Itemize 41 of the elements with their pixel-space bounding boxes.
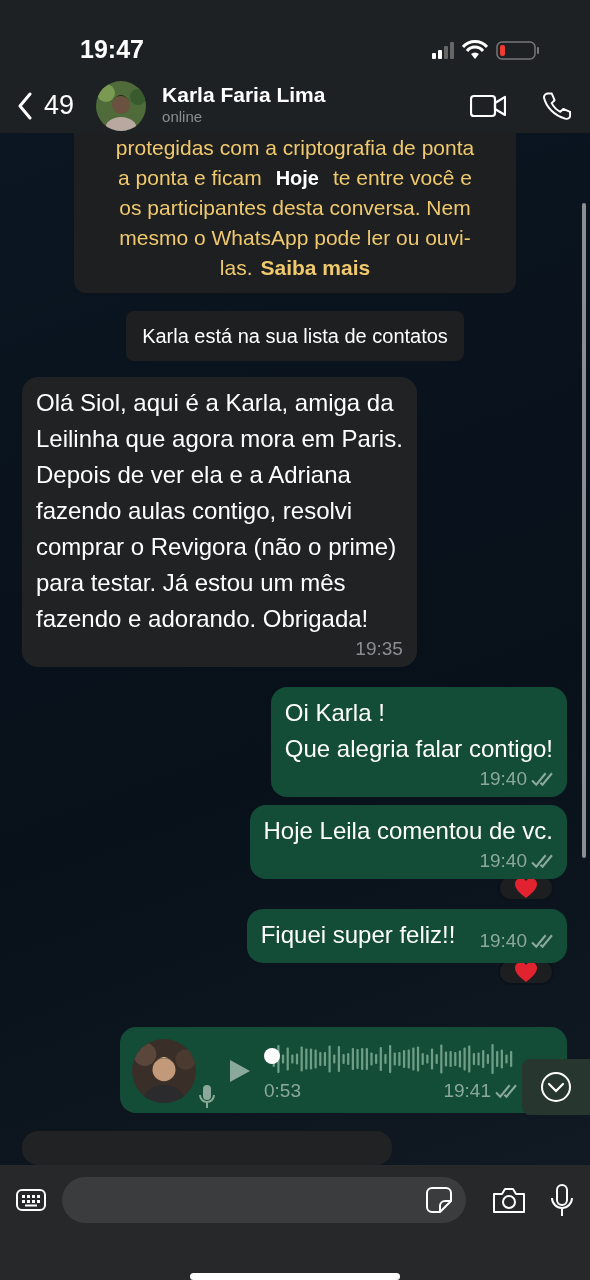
- message-text: Oi Karla ! Que alegria falar contigo!: [284, 699, 553, 762]
- back-icon[interactable]: [18, 91, 32, 120]
- scroll-down-button[interactable]: [522, 1059, 590, 1115]
- message-time: 19:40: [479, 767, 527, 791]
- message-text: Olá Siol, aqui é a Karla, amiga da Leilinha que agora mora em Paris. Depois de ver ela e a Adriana fazendo aulas contigo, resolvi comprar o Revigora (não o prime) para testar. Já estou um mês fazendo e adorando. Obrigada!: [36, 389, 403, 632]
- message-input-field[interactable]: [62, 1177, 466, 1223]
- system-message: Karla está na sua lista de contatos: [126, 311, 464, 361]
- notice-text: te entre você e: [333, 165, 472, 191]
- battery-icon: [496, 40, 540, 60]
- notice-text: a ponta e ficam: [118, 165, 262, 191]
- status-time: 19:47: [80, 34, 144, 66]
- wifi-icon: [462, 40, 488, 60]
- heart-icon: [513, 961, 539, 983]
- play-button[interactable]: [228, 1059, 250, 1083]
- phone-call-icon[interactable]: [542, 90, 572, 121]
- playback-thumb[interactable]: [264, 1048, 280, 1064]
- back-button[interactable]: 49: [18, 85, 75, 126]
- contact-name[interactable]: Karla Faria Lima: [162, 82, 470, 106]
- chevron-down-icon[interactable]: [540, 1071, 572, 1103]
- heart-icon: [513, 877, 539, 899]
- voice-duration: 0:53: [264, 1079, 301, 1103]
- learn-more-link[interactable]: Saiba mais: [260, 253, 371, 283]
- keyboard-icon[interactable]: [16, 1189, 46, 1211]
- message-time: 19:35: [355, 637, 403, 661]
- sticker-icon[interactable]: [426, 1187, 452, 1213]
- message-time: 19:41: [443, 1079, 491, 1103]
- message-time: 19:40: [479, 849, 527, 873]
- camera-icon[interactable]: [492, 1186, 526, 1214]
- message-text: Fiquei super feliz!!: [260, 920, 456, 950]
- message-time: 19:40: [479, 929, 527, 953]
- notice-text: mesmo o WhatsApp pode ler ou ouvi-: [119, 225, 471, 251]
- notice-text: las.: [219, 255, 253, 281]
- signal-icon: [432, 41, 454, 59]
- presence-status: online: [162, 106, 204, 127]
- video-call-icon[interactable]: [470, 93, 506, 118]
- microphone-icon: [198, 1084, 216, 1109]
- notice-text: os participantes desta conversa. Nem: [119, 195, 471, 221]
- notice-text: protegidas com a criptografia de ponta: [115, 135, 475, 161]
- unread-count: 49: [44, 89, 75, 123]
- message-text: Hoje Leila comentou de vc.: [263, 817, 553, 844]
- microphone-icon[interactable]: [550, 1183, 574, 1217]
